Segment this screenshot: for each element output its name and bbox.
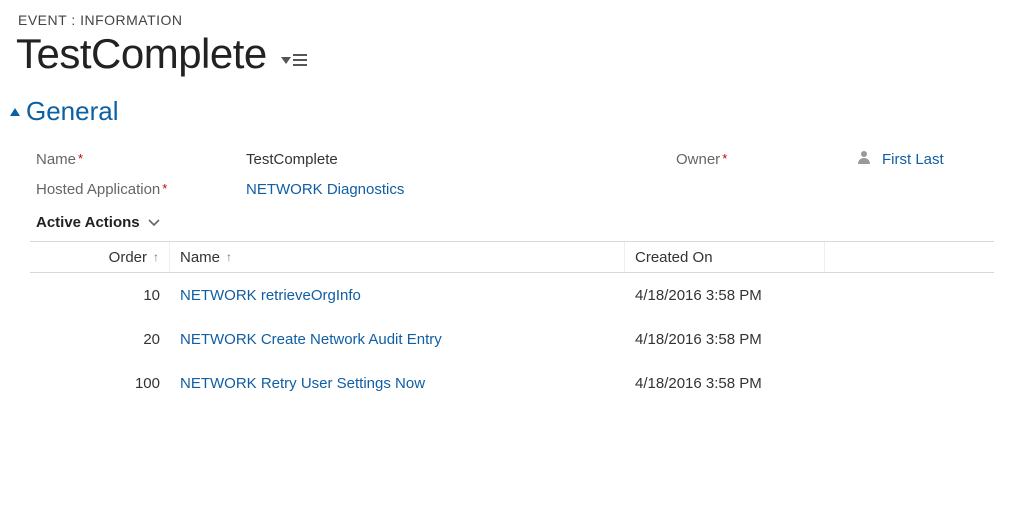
owner-link[interactable]: First Last xyxy=(882,151,944,168)
required-icon: * xyxy=(162,181,167,196)
table-row[interactable]: 100 NETWORK Retry User Settings Now 4/18… xyxy=(30,361,994,405)
table-row[interactable]: 20 NETWORK Create Network Audit Entry 4/… xyxy=(30,317,994,361)
cell-created-on: 4/18/2016 3:58 PM xyxy=(625,331,825,348)
column-name[interactable]: Name ↑ xyxy=(170,242,625,272)
required-icon: * xyxy=(722,151,727,166)
table-row[interactable]: 10 NETWORK retrieveOrgInfo 4/18/2016 3:5… xyxy=(30,273,994,317)
required-icon: * xyxy=(78,151,83,166)
sort-asc-icon: ↑ xyxy=(226,250,232,264)
page-title: TestComplete xyxy=(16,30,267,78)
grid-header-row: Order ↑ Name ↑ Created On xyxy=(30,241,994,273)
cell-name-link[interactable]: NETWORK Retry User Settings Now xyxy=(170,375,625,392)
fields-area: Name* TestComplete Owner* First Last Hos… xyxy=(16,149,1008,198)
column-created-on[interactable]: Created On xyxy=(625,242,825,272)
subgrid-active-actions-header[interactable]: Active Actions xyxy=(16,214,1008,231)
section-title: General xyxy=(26,96,119,127)
cell-order: 100 xyxy=(30,375,170,392)
cell-name-link[interactable]: NETWORK retrieveOrgInfo xyxy=(170,287,625,304)
title-row: TestComplete xyxy=(16,30,1008,78)
sort-asc-icon: ↑ xyxy=(153,250,159,264)
column-order[interactable]: Order ↑ xyxy=(30,242,170,272)
column-spacer xyxy=(825,242,994,272)
collapse-icon xyxy=(10,105,20,119)
cell-order: 10 xyxy=(30,287,170,304)
cell-order: 20 xyxy=(30,331,170,348)
hosted-app-value[interactable]: NETWORK Diagnostics xyxy=(246,181,676,198)
breadcrumb: EVENT : INFORMATION xyxy=(18,12,1008,28)
menu-lines-icon xyxy=(293,54,307,66)
chevron-down-icon xyxy=(148,214,160,231)
actions-grid: Order ↑ Name ↑ Created On 10 NETWORK ret… xyxy=(30,241,994,405)
name-value[interactable]: TestComplete xyxy=(246,151,676,168)
name-label: Name* xyxy=(36,151,246,168)
hosted-app-label: Hosted Application* xyxy=(36,181,246,198)
person-icon xyxy=(856,149,872,169)
cell-created-on: 4/18/2016 3:58 PM xyxy=(625,375,825,392)
section-toggle-general[interactable]: General xyxy=(10,96,1008,127)
owner-value[interactable]: First Last xyxy=(856,149,1024,169)
record-menu-button[interactable] xyxy=(281,42,307,66)
cell-name-link[interactable]: NETWORK Create Network Audit Entry xyxy=(170,331,625,348)
owner-label: Owner* xyxy=(676,151,856,168)
dropdown-caret-icon xyxy=(281,55,291,65)
cell-created-on: 4/18/2016 3:58 PM xyxy=(625,287,825,304)
